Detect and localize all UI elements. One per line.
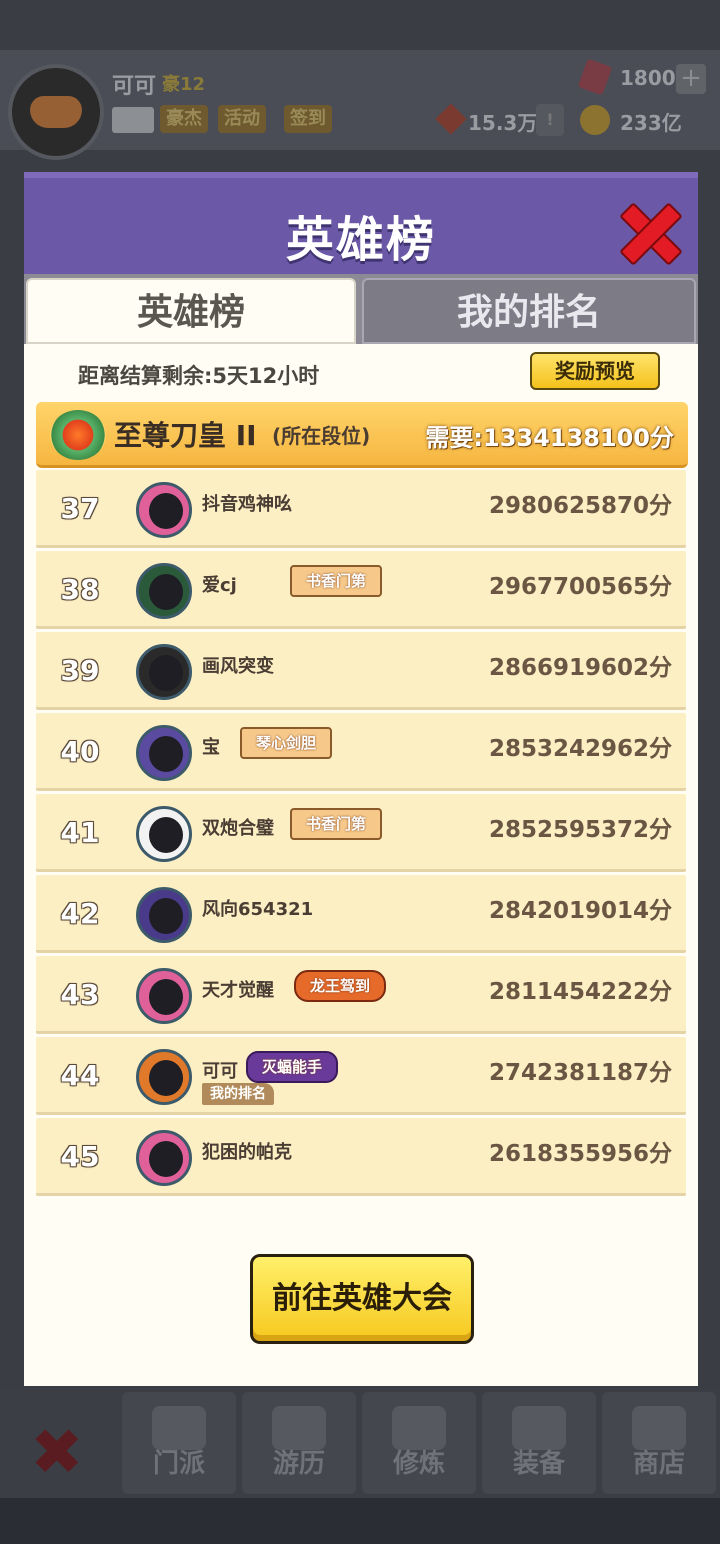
rank-number: 40 <box>60 735 100 768</box>
go-hero-conference-button[interactable]: 前往英雄大会 <box>250 1254 474 1344</box>
reward-preview-button[interactable]: 奖励预览 <box>530 352 660 390</box>
rank-number: 44 <box>60 1059 100 1092</box>
pink-ninja-avatar-icon[interactable] <box>136 482 192 538</box>
tier-name: 至尊刀皇 II <box>114 419 257 452</box>
modal-title: 英雄榜 <box>285 212 436 268</box>
ranking-list[interactable]: 37 抖音鸡神吆 2980625870分 38 爱cj 2967700565分 书香门第 39… <box>36 470 688 1226</box>
player-score: 2866919602分 <box>488 655 672 681</box>
table-row[interactable]: 41 双炮合璧 2852595372分 书香门第 <box>36 794 686 872</box>
table-row[interactable]: 37 抖音鸡神吆 2980625870分 <box>36 470 686 548</box>
player-score: 2967700565分 <box>488 574 672 600</box>
nav-travel[interactable]: 游历 <box>242 1392 356 1494</box>
nav-train[interactable]: 修炼 <box>362 1392 476 1494</box>
avatar-face <box>149 817 183 853</box>
player-score: 2842019014分 <box>488 898 672 924</box>
orange-ninja-avatar-icon[interactable] <box>136 1049 192 1105</box>
player-score: 2980625870分 <box>488 493 672 519</box>
close-nav-icon[interactable]: ✖ <box>30 1416 84 1490</box>
rank-number: 45 <box>60 1140 100 1173</box>
tier-note: (所在段位) <box>272 424 371 448</box>
mail-icon[interactable] <box>112 107 154 133</box>
avatar-face <box>149 574 183 610</box>
player-rank: 豪12 <box>162 74 206 95</box>
rank-number: 39 <box>60 654 100 687</box>
settlement-countdown: 距离结算剩余:5天12小时 <box>78 364 320 388</box>
my-rank-tag: 我的排名 <box>202 1083 274 1105</box>
checkin-chip[interactable]: 签到 <box>284 105 332 133</box>
avatar-face <box>149 1060 183 1096</box>
title-badge: 龙王驾到 <box>294 970 387 1002</box>
close-button[interactable] <box>620 202 678 260</box>
activity-chip[interactable]: 活动 <box>218 105 266 133</box>
tier-emblem-icon <box>50 410 106 460</box>
table-row[interactable]: 45 犯困的帕克 2618355956分 <box>36 1118 686 1196</box>
table-row[interactable]: 44 可可 2742381187分 灭蝠能手 我的排名 <box>36 1037 686 1115</box>
gold-icon <box>580 105 610 135</box>
bottom-strip <box>0 1498 720 1544</box>
rank-number: 37 <box>60 492 100 525</box>
tier-banner: 至尊刀皇 II (所在段位) 需要:1334138100分 <box>36 402 688 468</box>
player-score: 2618355956分 <box>488 1141 672 1167</box>
table-row[interactable]: 38 爱cj 2967700565分 书香门第 <box>36 551 686 629</box>
nav-sect[interactable]: 门派 <box>122 1392 236 1494</box>
tab-my-rank[interactable]: 我的排名 <box>362 278 696 344</box>
player-name: 天才觉醒 <box>202 980 274 1001</box>
leaderboard-modal: 英雄榜 英雄榜 我的排名 距离结算剩余:5天12小时 奖励预览 至尊刀皇 II … <box>24 172 698 1386</box>
title-badge: 书香门第 <box>290 808 383 840</box>
table-row[interactable]: 40 宝 2853242962分 琴心剑胆 <box>36 713 686 791</box>
top-bar <box>0 50 720 150</box>
title-badge: 书香门第 <box>290 565 383 597</box>
table-row[interactable]: 42 风向654321 2842019014分 <box>36 875 686 953</box>
avatar-face <box>149 655 183 691</box>
player-name: 可可 <box>112 74 157 99</box>
player-name: 抖音鸡神吆 <box>202 494 292 515</box>
nav-shop[interactable]: 商店 <box>602 1392 716 1494</box>
green-ninja-avatar-icon[interactable] <box>136 563 192 619</box>
purple-ninja-avatar-icon[interactable] <box>136 887 192 943</box>
rank-number: 41 <box>60 816 100 849</box>
player-score: 2811454222分 <box>488 979 672 1005</box>
table-row[interactable]: 39 画风突变 2866919602分 <box>36 632 686 710</box>
pink-ninja-avatar-icon[interactable] <box>136 1130 192 1186</box>
player-score: 2853242962分 <box>488 736 672 762</box>
player-name: 风向654321 <box>202 899 314 920</box>
player-score: 2742381187分 <box>488 1060 672 1086</box>
rank-number: 38 <box>60 573 100 606</box>
modal-header: 英雄榜 <box>24 172 698 274</box>
tier-requirement: 需要:1334138100分 <box>425 424 674 452</box>
gem-count: 1800 <box>620 66 676 90</box>
title-badge: 灭蝠能手 <box>246 1051 339 1083</box>
title-badge: 琴心剑胆 <box>240 727 333 759</box>
question-ninja-avatar-icon[interactable] <box>136 725 192 781</box>
power-value: 15.3万 <box>468 111 538 135</box>
rank-number: 43 <box>60 978 100 1011</box>
hero-chip[interactable]: 豪杰 <box>160 105 208 133</box>
table-row[interactable]: 43 天才觉醒 2811454222分 龙王驾到 <box>36 956 686 1034</box>
player-name: 画风突变 <box>202 656 274 677</box>
black-ninja-avatar-icon[interactable] <box>136 644 192 700</box>
white-ninja-avatar-icon[interactable] <box>136 806 192 862</box>
player-name: 可可 <box>202 1061 238 1082</box>
player-name: 犯困的帕克 <box>202 1142 292 1163</box>
player-score: 2852595372分 <box>488 817 672 843</box>
avatar-face <box>149 493 183 529</box>
gold-value: 233亿 <box>620 111 682 135</box>
tab-hero-board[interactable]: 英雄榜 <box>26 278 356 344</box>
rank-number: 42 <box>60 897 100 930</box>
avatar-face <box>149 898 183 934</box>
avatar-face <box>149 979 183 1015</box>
nav-equip[interactable]: 装备 <box>482 1392 596 1494</box>
tab-bar: 英雄榜 我的排名 <box>24 274 698 344</box>
player-name: 爱cj <box>202 575 237 596</box>
avatar-face <box>149 1141 183 1177</box>
player-avatar[interactable] <box>8 64 104 160</box>
pink-ninja-avatar-icon[interactable] <box>136 968 192 1024</box>
player-name: 双炮合璧 <box>202 818 274 839</box>
alert-icon[interactable]: ! <box>536 104 564 136</box>
player-name: 宝 <box>202 737 220 758</box>
avatar-face <box>149 736 183 772</box>
add-gems-button[interactable]: + <box>676 64 706 94</box>
